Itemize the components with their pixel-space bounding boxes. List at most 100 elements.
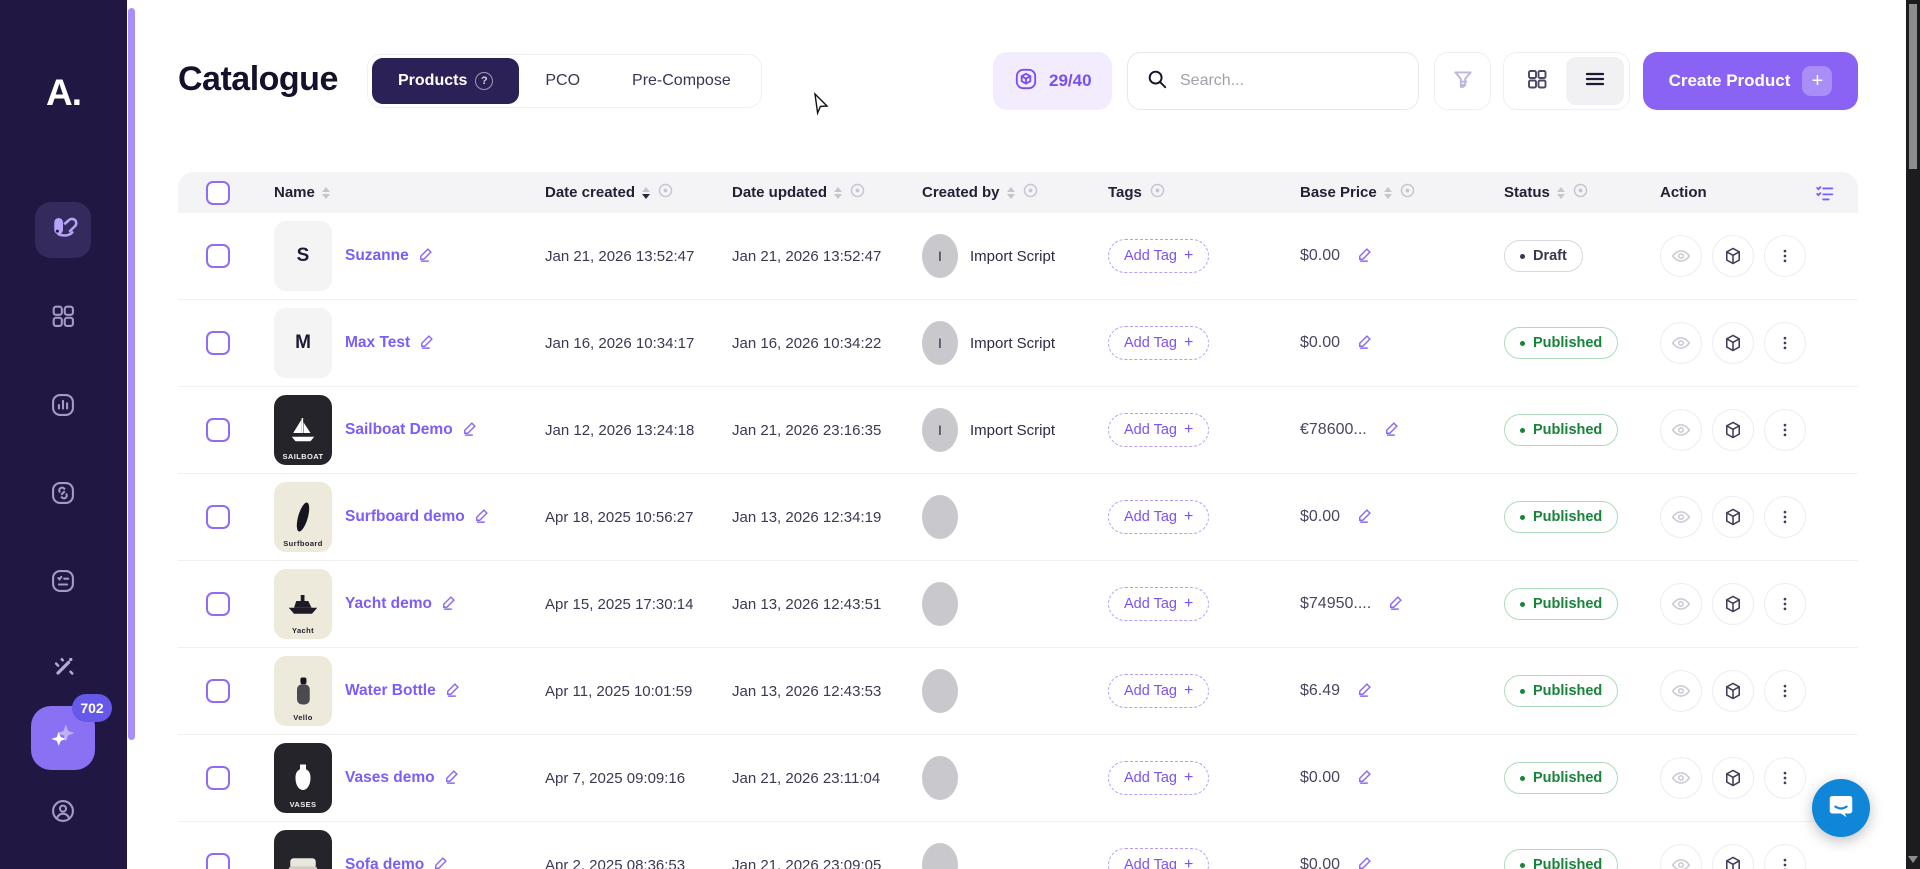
view-3d-button[interactable] (1712, 670, 1754, 712)
preview-button[interactable] (1660, 670, 1702, 712)
row-menu-button[interactable] (1764, 409, 1806, 451)
column-visibility-icon[interactable] (657, 182, 674, 203)
product-name-link[interactable]: Sofa demo (345, 854, 450, 869)
sort-toggle[interactable] (834, 187, 842, 199)
edit-name-icon[interactable] (473, 506, 491, 529)
row-checkbox[interactable] (206, 853, 230, 869)
edit-name-icon[interactable] (461, 419, 479, 442)
row-menu-button[interactable] (1764, 322, 1806, 364)
sort-toggle[interactable] (322, 187, 330, 199)
sidebar-item-integrations[interactable] (35, 467, 91, 523)
search-box[interactable] (1127, 52, 1419, 110)
add-tag-button[interactable]: Add Tag + (1108, 848, 1209, 869)
sidebar-item-palette[interactable] (35, 202, 91, 258)
column-visibility-icon[interactable] (1149, 182, 1166, 203)
row-checkbox[interactable] (206, 592, 230, 616)
row-menu-button[interactable] (1764, 235, 1806, 277)
view-3d-button[interactable] (1712, 757, 1754, 799)
page-scrollbar-thumb[interactable] (1909, 4, 1917, 169)
row-menu-button[interactable] (1764, 844, 1806, 869)
row-checkbox[interactable] (206, 505, 230, 529)
sidebar-item-analytics[interactable] (35, 379, 91, 435)
product-name-link[interactable]: Surfboard demo (345, 506, 491, 529)
edit-price-icon[interactable] (1356, 506, 1374, 529)
sort-toggle[interactable] (1557, 187, 1565, 199)
filter-button[interactable] (1434, 52, 1491, 110)
edit-price-icon[interactable] (1356, 680, 1374, 703)
preview-button[interactable] (1660, 844, 1702, 869)
row-checkbox[interactable] (206, 679, 230, 703)
row-menu-button[interactable] (1764, 670, 1806, 712)
add-tag-button[interactable]: Add Tag + (1108, 674, 1209, 708)
sort-toggle[interactable] (642, 187, 650, 199)
row-checkbox[interactable] (206, 766, 230, 790)
page-scrollbar[interactable] (1906, 0, 1920, 869)
view-3d-button[interactable] (1712, 844, 1754, 869)
preview-button[interactable] (1660, 322, 1702, 364)
sort-toggle[interactable] (1007, 187, 1015, 199)
scrollbar-down-arrow[interactable] (1908, 856, 1918, 863)
edit-name-icon[interactable] (444, 680, 462, 703)
preview-button[interactable] (1660, 235, 1702, 277)
tab-pre-compose[interactable]: Pre-Compose (606, 58, 757, 104)
edit-name-icon[interactable] (432, 854, 450, 869)
row-checkbox[interactable] (206, 244, 230, 268)
view-3d-button[interactable] (1712, 235, 1754, 277)
edit-price-icon[interactable] (1356, 245, 1374, 268)
view-3d-button[interactable] (1712, 496, 1754, 538)
edit-price-icon[interactable] (1356, 767, 1374, 790)
sort-toggle[interactable] (1384, 187, 1392, 199)
product-name-link[interactable]: Max Test (345, 332, 436, 355)
column-visibility-icon[interactable] (1399, 182, 1416, 203)
list-view-button[interactable] (1566, 57, 1624, 105)
tab-pco[interactable]: PCO (519, 58, 606, 104)
edit-price-icon[interactable] (1387, 593, 1405, 616)
tab-products[interactable]: Products ? (372, 58, 519, 104)
product-name-link[interactable]: Suzanne (345, 245, 435, 268)
preview-button[interactable] (1660, 496, 1702, 538)
row-menu-button[interactable] (1764, 496, 1806, 538)
grid-view-button[interactable] (1508, 57, 1566, 105)
view-3d-button[interactable] (1712, 409, 1754, 451)
help-icon[interactable]: ? (475, 72, 493, 90)
sidebar-scrollbar-thumb[interactable] (128, 8, 135, 740)
row-checkbox[interactable] (206, 418, 230, 442)
view-3d-button[interactable] (1712, 583, 1754, 625)
add-tag-button[interactable]: Add Tag + (1108, 326, 1209, 360)
edit-name-icon[interactable] (443, 767, 461, 790)
preview-button[interactable] (1660, 409, 1702, 451)
sidebar-item-tasks[interactable] (35, 555, 91, 611)
preview-button[interactable] (1660, 583, 1702, 625)
edit-price-icon[interactable] (1383, 419, 1401, 442)
edit-price-icon[interactable] (1356, 332, 1374, 355)
product-name-link[interactable]: Water Bottle (345, 680, 462, 703)
product-name-link[interactable]: Yacht demo (345, 593, 458, 616)
edit-name-icon[interactable] (417, 245, 435, 268)
column-visibility-icon[interactable] (1022, 182, 1039, 203)
add-tag-button[interactable]: Add Tag + (1108, 587, 1209, 621)
chat-launcher-button[interactable] (1812, 779, 1870, 837)
row-menu-button[interactable] (1764, 757, 1806, 799)
add-tag-button[interactable]: Add Tag + (1108, 413, 1209, 447)
create-product-button[interactable]: Create Product + (1643, 52, 1858, 110)
view-3d-button[interactable] (1712, 322, 1754, 364)
product-name-link[interactable]: Sailboat Demo (345, 419, 479, 442)
column-visibility-icon[interactable] (849, 182, 866, 203)
sidebar-item-magic[interactable] (35, 642, 91, 698)
column-settings-icon[interactable] (1714, 182, 1858, 204)
preview-button[interactable] (1660, 757, 1702, 799)
select-all-checkbox[interactable] (206, 181, 230, 205)
sidebar-item-profile[interactable] (35, 785, 91, 841)
add-tag-button[interactable]: Add Tag + (1108, 239, 1209, 273)
edit-price-icon[interactable] (1356, 854, 1374, 869)
search-input[interactable] (1180, 72, 1380, 90)
product-name-link[interactable]: Vases demo (345, 767, 461, 790)
row-menu-button[interactable] (1764, 583, 1806, 625)
sidebar-item-dashboard[interactable] (35, 290, 91, 346)
edit-name-icon[interactable] (418, 332, 436, 355)
add-tag-button[interactable]: Add Tag + (1108, 761, 1209, 795)
row-checkbox[interactable] (206, 331, 230, 355)
add-tag-button[interactable]: Add Tag + (1108, 500, 1209, 534)
edit-name-icon[interactable] (440, 593, 458, 616)
column-visibility-icon[interactable] (1572, 182, 1589, 203)
